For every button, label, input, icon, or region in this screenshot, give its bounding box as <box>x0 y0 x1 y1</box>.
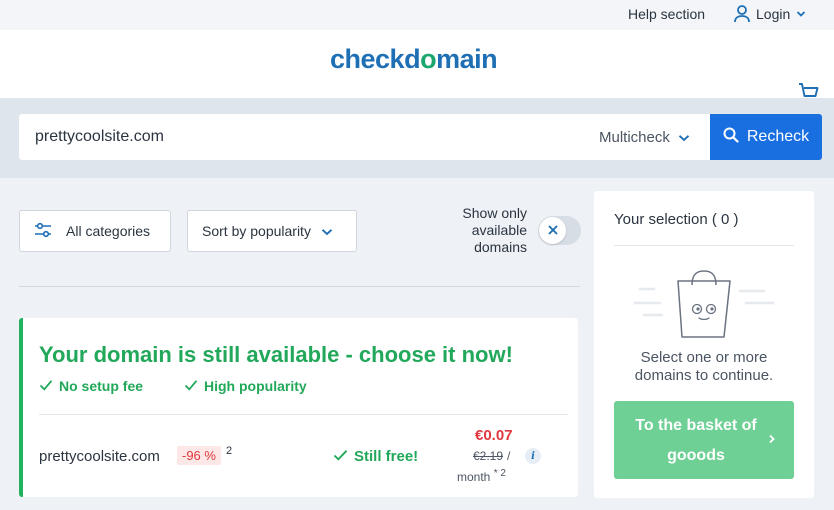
feature-high-popularity: High popularity <box>184 378 307 394</box>
selection-hint: Select one or more domains to continue. <box>634 349 774 384</box>
divider <box>614 245 794 246</box>
check-icon <box>333 448 348 465</box>
discount-badge: -96 % <box>177 446 221 465</box>
available-only-toggle[interactable] <box>538 216 581 245</box>
recheck-label: Recheck <box>746 128 810 145</box>
available-only-label: Show only available domains <box>462 205 527 255</box>
old-price: €2.19 <box>473 449 504 463</box>
all-categories-label: All categories <box>66 223 151 239</box>
info-icon[interactable]: i <box>525 448 541 464</box>
search-bar-section: prettycoolsite.com Multicheck Recheck <box>0 98 834 178</box>
sliders-icon <box>34 222 52 241</box>
domain-search-input[interactable]: prettycoolsite.com Multicheck <box>19 114 711 160</box>
check-icon <box>184 378 198 394</box>
recheck-button[interactable]: Recheck <box>710 114 822 160</box>
close-icon <box>548 222 558 240</box>
divider <box>39 414 568 415</box>
availability-heading: Your domain is still available - choose … <box>39 342 513 367</box>
top-bar: Help section Login <box>0 0 834 30</box>
domain-result-card: Your domain is still available - choose … <box>19 318 578 497</box>
divider <box>19 286 580 287</box>
to-basket-button[interactable]: To the basket of gooods <box>614 401 794 479</box>
check-icon <box>39 378 53 394</box>
login-menu[interactable]: Login <box>734 5 806 23</box>
feature-no-setup-fee: No setup fee <box>39 378 143 394</box>
toggle-knob <box>539 217 566 244</box>
sort-label: Sort by popularity <box>202 223 311 239</box>
sort-dropdown[interactable]: Sort by popularity <box>187 210 357 252</box>
shopping-bag-icon <box>632 267 776 346</box>
current-price: €0.07 <box>475 427 513 444</box>
chevron-down-icon <box>796 10 806 18</box>
site-header: checkdomain <box>0 30 834 102</box>
search-icon <box>723 127 739 148</box>
login-label: Login <box>756 6 791 22</box>
selection-panel: Your selection ( 0 ) Select one or more … <box>594 191 814 498</box>
basket-button-label: To the basket of gooods <box>635 417 757 464</box>
search-query-text[interactable]: prettycoolsite.com <box>35 128 164 146</box>
user-icon <box>734 5 750 23</box>
multicheck-dropdown[interactable]: Multicheck <box>599 129 690 146</box>
checkdomain-logo[interactable]: checkdomain <box>330 44 498 75</box>
selection-title: Your selection ( 0 ) <box>614 211 739 228</box>
all-categories-button[interactable]: All categories <box>19 210 171 252</box>
multicheck-label: Multicheck <box>599 129 670 146</box>
footnote-marker: 2 <box>226 445 233 457</box>
chevron-down-icon <box>678 129 690 146</box>
help-section-link[interactable]: Help section <box>628 6 705 22</box>
price-separator: / <box>507 449 511 463</box>
price-period: month * 2 <box>457 468 506 484</box>
chevron-right-icon <box>768 431 776 447</box>
status-still-free: Still free! <box>333 448 418 465</box>
chevron-down-icon <box>321 223 333 239</box>
domain-name: prettycoolsite.com <box>39 448 160 465</box>
